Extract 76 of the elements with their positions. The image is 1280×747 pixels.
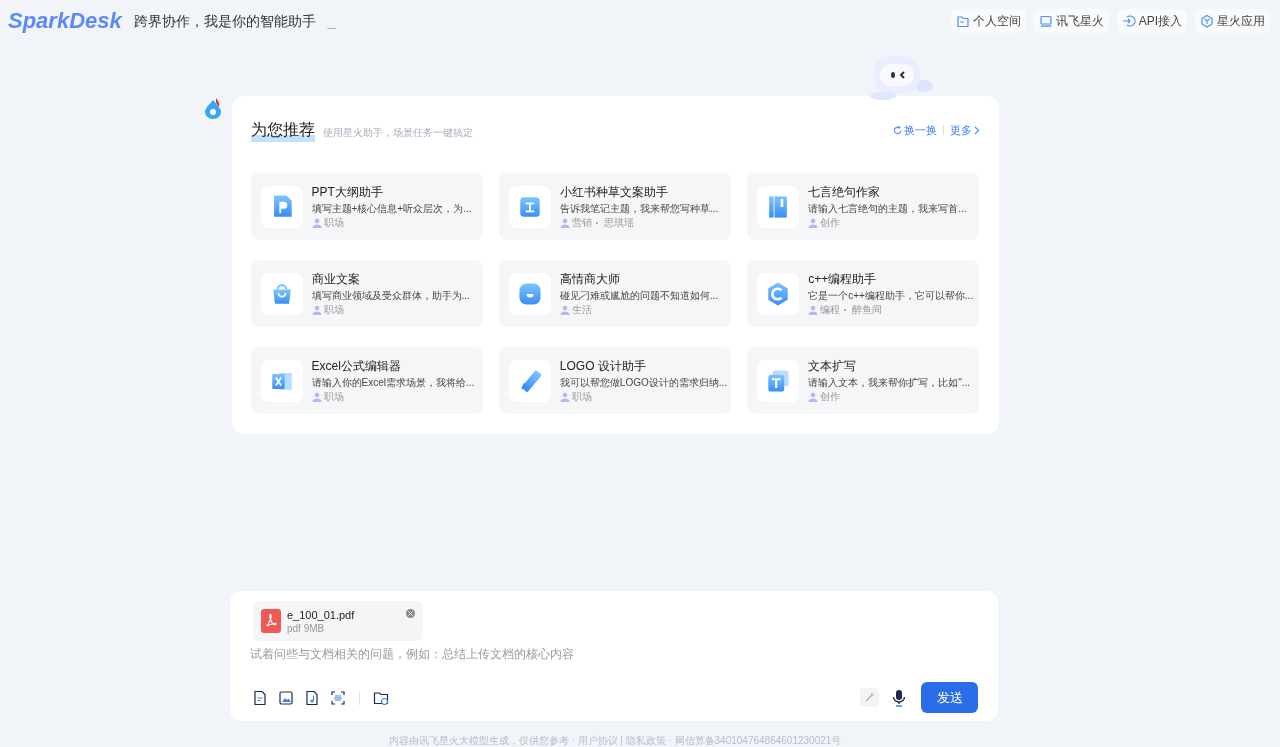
file-name: e_100_01.pdf xyxy=(287,607,355,622)
pdf-icon xyxy=(261,609,281,633)
card-tag: 醉鱼间 xyxy=(852,302,883,317)
file-meta: pdf 9MB xyxy=(287,621,326,635)
card-tag: 思琪瑶 xyxy=(603,215,634,230)
question-input[interactable]: 试着问些与文档相关的问题，例如：总结上传文档的核心内容 xyxy=(250,645,978,663)
cube-icon xyxy=(1200,14,1214,28)
refresh-button[interactable]: 换一换 xyxy=(892,121,937,139)
microphone-icon xyxy=(892,688,906,707)
folder-clock-icon xyxy=(373,689,389,706)
card-title: 商业文案 xyxy=(311,270,361,288)
card-description: 碰见刁难或尴尬的问题不知道如何... xyxy=(559,288,719,303)
remove-file-button[interactable] xyxy=(406,609,415,618)
assistant-card[interactable]: Excel公式编辑器 请输入你的Excel需求场景，我将给... 职场 xyxy=(250,347,483,414)
chevron-right-icon xyxy=(973,125,980,135)
card-title: 小红书种草文案助手 xyxy=(559,183,669,201)
card-tag: 创作 xyxy=(820,389,841,404)
user-icon xyxy=(559,304,570,315)
logo: SparkDesk xyxy=(8,10,122,32)
card-title: c++编程助手 xyxy=(808,270,878,288)
card-tag: 职场 xyxy=(323,302,344,317)
card-description: 请输入你的Excel需求场景，我将给... xyxy=(311,375,473,390)
audio-file-icon xyxy=(304,689,320,706)
assistant-card[interactable]: 高情商大师 碰见刁难或尴尬的问题不知道如何... 生活 xyxy=(498,260,732,327)
tagline: 跨界协作，我是你的智能助手 xyxy=(133,12,316,31)
card-tag: 创作 xyxy=(820,215,841,230)
send-button[interactable]: 发送 xyxy=(921,682,978,713)
card-title: PPT大纲助手 xyxy=(311,183,384,201)
folder-icon xyxy=(955,14,970,28)
assistant-card[interactable]: 商业文案 填写商业领域及受众群体，助手为... 职场 xyxy=(250,260,483,327)
user-icon xyxy=(559,217,570,228)
card-description: 填写商业领域及受众群体，助手为... xyxy=(311,288,470,303)
user-icon xyxy=(559,391,570,402)
card-description: 填写主题+核心信息+听众层次，为... xyxy=(311,201,472,216)
section-title: 为您推荐 xyxy=(250,118,315,142)
magic-wand-icon xyxy=(864,692,875,703)
spark-logo-icon xyxy=(202,98,223,119)
refresh-icon xyxy=(892,125,902,135)
user-icon xyxy=(808,391,819,402)
user-icon xyxy=(311,304,322,315)
document-icon xyxy=(252,689,268,706)
user-icon xyxy=(808,217,819,228)
assistant-card[interactable]: c++编程助手 它是一个c++编程助手，它可以帮你... 编程 醉鱼间 xyxy=(747,260,980,327)
user-icon xyxy=(311,391,322,402)
card-title: LOGO 设计助手 xyxy=(559,357,647,375)
card-title: 七言绝句作家 xyxy=(808,183,882,201)
user-icon xyxy=(311,217,322,228)
card-title: Excel公式编辑器 xyxy=(311,357,402,375)
nav-link[interactable]: API接入 xyxy=(1116,9,1187,33)
assistant-card[interactable]: 七言绝句作家 请输入七言绝句的主题，我来写首... 创作 xyxy=(747,173,980,240)
text-cursor: _ xyxy=(327,12,336,31)
card-tag: 职场 xyxy=(571,389,592,404)
card-tag: 职场 xyxy=(323,215,344,230)
card-tag: 营销 xyxy=(571,215,592,230)
image-icon xyxy=(278,689,294,706)
nav-link[interactable]: 讯飞星火 xyxy=(1033,9,1109,33)
nav-link[interactable]: 星火应用 xyxy=(1195,9,1270,33)
scan-icon xyxy=(330,689,346,706)
assistant-card[interactable]: LOGO 设计助手 我可以帮您做LOGO设计的需求归纳... 职场 xyxy=(498,347,732,414)
card-description: 请输入文本，我来帮你扩写，比如"... xyxy=(808,375,970,390)
card-tag: 职场 xyxy=(323,389,344,404)
assistant-card[interactable]: 小红书种草文案助手 告诉我笔记主题，我来帮您写种草... 营销 思琪瑶 xyxy=(498,173,732,240)
card-description: 告诉我笔记主题，我来帮您写种草... xyxy=(559,201,719,216)
card-tag: 编程 xyxy=(820,302,841,317)
monitor-icon xyxy=(1038,14,1053,28)
user-icon xyxy=(808,304,819,315)
card-description: 请输入七言绝句的主题，我来写首... xyxy=(808,201,967,216)
assistant-card[interactable]: 文本扩写 请输入文本，我来帮你扩写，比如"... 创作 xyxy=(747,347,980,414)
card-title: 高情商大师 xyxy=(559,270,621,288)
close-icon xyxy=(408,611,413,616)
nav-link[interactable]: 个人空间 xyxy=(950,9,1026,33)
assistant-card[interactable]: PPT大纲助手 填写主题+核心信息+听众层次，为... 职场 xyxy=(250,173,483,240)
login-icon xyxy=(1121,14,1136,28)
more-link[interactable]: 更多 xyxy=(949,121,980,139)
card-tag: 生活 xyxy=(571,302,592,317)
card-title: 文本扩写 xyxy=(808,357,858,375)
